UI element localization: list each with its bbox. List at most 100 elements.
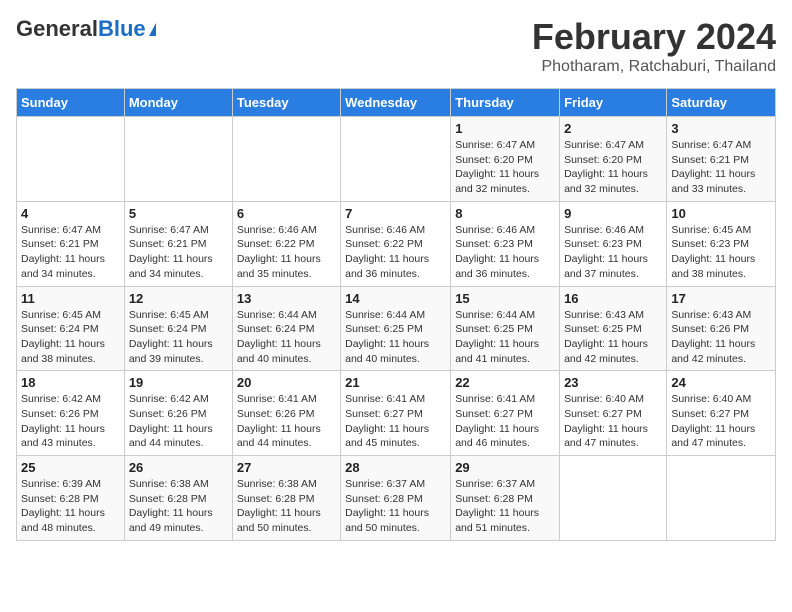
day-info: Sunrise: 6:40 AM Sunset: 6:27 PM Dayligh… — [671, 392, 771, 451]
calendar-cell — [124, 117, 232, 202]
day-number: 15 — [455, 291, 555, 306]
day-number: 29 — [455, 460, 555, 475]
day-info: Sunrise: 6:46 AM Sunset: 6:23 PM Dayligh… — [564, 223, 662, 282]
day-number: 6 — [237, 206, 336, 221]
title-block: February 2024 Photharam, Ratchaburi, Tha… — [532, 16, 776, 76]
calendar-cell: 20 Sunrise: 6:41 AM Sunset: 6:26 PM Dayli… — [232, 371, 340, 456]
day-info: Sunrise: 6:44 AM Sunset: 6:25 PM Dayligh… — [455, 308, 555, 367]
day-info: Sunrise: 6:42 AM Sunset: 6:26 PM Dayligh… — [21, 392, 120, 451]
calendar-cell: 9 Sunrise: 6:46 AM Sunset: 6:23 PM Daylig… — [560, 201, 667, 286]
calendar-cell — [232, 117, 340, 202]
day-number: 8 — [455, 206, 555, 221]
calendar-cell: 16 Sunrise: 6:43 AM Sunset: 6:25 PM Dayli… — [560, 286, 667, 371]
day-info: Sunrise: 6:43 AM Sunset: 6:25 PM Dayligh… — [564, 308, 662, 367]
day-info: Sunrise: 6:40 AM Sunset: 6:27 PM Dayligh… — [564, 392, 662, 451]
calendar-cell: 1 Sunrise: 6:47 AM Sunset: 6:20 PM Daylig… — [451, 117, 560, 202]
day-info: Sunrise: 6:38 AM Sunset: 6:28 PM Dayligh… — [237, 477, 336, 536]
day-info: Sunrise: 6:44 AM Sunset: 6:24 PM Dayligh… — [237, 308, 336, 367]
weekday-header: Sunday — [17, 89, 125, 117]
calendar-cell — [560, 456, 667, 541]
month-year: February 2024 — [532, 16, 776, 58]
logo-blue: Blue — [98, 16, 146, 42]
calendar-cell: 13 Sunrise: 6:44 AM Sunset: 6:24 PM Dayli… — [232, 286, 340, 371]
calendar-cell: 11 Sunrise: 6:45 AM Sunset: 6:24 PM Dayli… — [17, 286, 125, 371]
day-number: 25 — [21, 460, 120, 475]
day-info: Sunrise: 6:47 AM Sunset: 6:20 PM Dayligh… — [455, 138, 555, 197]
day-info: Sunrise: 6:46 AM Sunset: 6:22 PM Dayligh… — [345, 223, 446, 282]
weekday-header-row: SundayMondayTuesdayWednesdayThursdayFrid… — [17, 89, 776, 117]
calendar-cell: 23 Sunrise: 6:40 AM Sunset: 6:27 PM Dayli… — [560, 371, 667, 456]
day-number: 1 — [455, 121, 555, 136]
calendar-cell: 2 Sunrise: 6:47 AM Sunset: 6:20 PM Daylig… — [560, 117, 667, 202]
calendar-cell: 24 Sunrise: 6:40 AM Sunset: 6:27 PM Dayli… — [667, 371, 776, 456]
day-number: 11 — [21, 291, 120, 306]
calendar-week-row: 1 Sunrise: 6:47 AM Sunset: 6:20 PM Daylig… — [17, 117, 776, 202]
day-number: 5 — [129, 206, 228, 221]
day-number: 9 — [564, 206, 662, 221]
location: Photharam, Ratchaburi, Thailand — [532, 58, 776, 76]
day-number: 17 — [671, 291, 771, 306]
weekday-header: Thursday — [451, 89, 560, 117]
day-info: Sunrise: 6:46 AM Sunset: 6:22 PM Dayligh… — [237, 223, 336, 282]
day-info: Sunrise: 6:47 AM Sunset: 6:20 PM Dayligh… — [564, 138, 662, 197]
day-info: Sunrise: 6:39 AM Sunset: 6:28 PM Dayligh… — [21, 477, 120, 536]
page-header: General Blue February 2024 Photharam, Ra… — [16, 16, 776, 76]
calendar-cell: 6 Sunrise: 6:46 AM Sunset: 6:22 PM Daylig… — [232, 201, 340, 286]
day-info: Sunrise: 6:41 AM Sunset: 6:26 PM Dayligh… — [237, 392, 336, 451]
day-number: 28 — [345, 460, 446, 475]
day-number: 10 — [671, 206, 771, 221]
calendar-cell: 21Sunrise: 6:41 AM Sunset: 6:27 PM Dayli… — [341, 371, 451, 456]
calendar-cell: 5 Sunrise: 6:47 AM Sunset: 6:21 PM Daylig… — [124, 201, 232, 286]
day-number: 12 — [129, 291, 228, 306]
day-info: Sunrise: 6:47 AM Sunset: 6:21 PM Dayligh… — [129, 223, 228, 282]
day-number: 16 — [564, 291, 662, 306]
day-info: Sunrise: 6:45 AM Sunset: 6:24 PM Dayligh… — [21, 308, 120, 367]
day-info: Sunrise: 6:45 AM Sunset: 6:24 PM Dayligh… — [129, 308, 228, 367]
calendar-cell: 27 Sunrise: 6:38 AM Sunset: 6:28 PM Dayli… — [232, 456, 340, 541]
calendar-cell: 10 Sunrise: 6:45 AM Sunset: 6:23 PM Dayli… — [667, 201, 776, 286]
calendar-cell: 28 Sunrise: 6:37 AM Sunset: 6:28 PM Dayli… — [341, 456, 451, 541]
day-info: Sunrise: 6:45 AM Sunset: 6:23 PM Dayligh… — [671, 223, 771, 282]
day-number: 2 — [564, 121, 662, 136]
calendar-cell: 14 Sunrise: 6:44 AM Sunset: 6:25 PM Dayli… — [341, 286, 451, 371]
day-info: Sunrise: 6:41 AM Sunset: 6:27 PM Dayligh… — [455, 392, 555, 451]
day-info: Sunrise: 6:47 AM Sunset: 6:21 PM Dayligh… — [21, 223, 120, 282]
day-info: Sunrise: 6:38 AM Sunset: 6:28 PM Dayligh… — [129, 477, 228, 536]
calendar-cell: 18 Sunrise: 6:42 AM Sunset: 6:26 PM Dayli… — [17, 371, 125, 456]
day-number: 22 — [455, 375, 555, 390]
calendar-cell: 12 Sunrise: 6:45 AM Sunset: 6:24 PM Dayli… — [124, 286, 232, 371]
calendar-cell: 22 Sunrise: 6:41 AM Sunset: 6:27 PM Dayli… — [451, 371, 560, 456]
day-number: 18 — [21, 375, 120, 390]
day-number: 3 — [671, 121, 771, 136]
day-number: 14 — [345, 291, 446, 306]
day-info: Sunrise: 6:47 AM Sunset: 6:21 PM Dayligh… — [671, 138, 771, 197]
logo: General Blue — [16, 16, 156, 42]
calendar-cell — [667, 456, 776, 541]
calendar-week-row: 18 Sunrise: 6:42 AM Sunset: 6:26 PM Dayli… — [17, 371, 776, 456]
calendar-cell: 3 Sunrise: 6:47 AM Sunset: 6:21 PM Daylig… — [667, 117, 776, 202]
day-number: 26 — [129, 460, 228, 475]
day-number: 23 — [564, 375, 662, 390]
calendar-cell: 15 Sunrise: 6:44 AM Sunset: 6:25 PM Dayli… — [451, 286, 560, 371]
day-number: 27 — [237, 460, 336, 475]
day-number: 13 — [237, 291, 336, 306]
calendar-cell — [17, 117, 125, 202]
weekday-header: Tuesday — [232, 89, 340, 117]
logo-general: General — [16, 16, 98, 42]
day-number: 7 — [345, 206, 446, 221]
calendar-cell: 8Sunrise: 6:46 AM Sunset: 6:23 PM Daylig… — [451, 201, 560, 286]
calendar-cell: 25 Sunrise: 6:39 AM Sunset: 6:28 PM Dayli… — [17, 456, 125, 541]
day-number: 20 — [237, 375, 336, 390]
day-info: Sunrise: 6:43 AM Sunset: 6:26 PM Dayligh… — [671, 308, 771, 367]
calendar-week-row: 11 Sunrise: 6:45 AM Sunset: 6:24 PM Dayli… — [17, 286, 776, 371]
day-number: 4 — [21, 206, 120, 221]
day-info: Sunrise: 6:44 AM Sunset: 6:25 PM Dayligh… — [345, 308, 446, 367]
day-info: Sunrise: 6:42 AM Sunset: 6:26 PM Dayligh… — [129, 392, 228, 451]
calendar-table: SundayMondayTuesdayWednesdayThursdayFrid… — [16, 88, 776, 541]
calendar-cell: 26 Sunrise: 6:38 AM Sunset: 6:28 PM Dayli… — [124, 456, 232, 541]
day-info: Sunrise: 6:37 AM Sunset: 6:28 PM Dayligh… — [455, 477, 555, 536]
calendar-cell — [341, 117, 451, 202]
day-number: 24 — [671, 375, 771, 390]
calendar-week-row: 4 Sunrise: 6:47 AM Sunset: 6:21 PM Daylig… — [17, 201, 776, 286]
day-info: Sunrise: 6:37 AM Sunset: 6:28 PM Dayligh… — [345, 477, 446, 536]
